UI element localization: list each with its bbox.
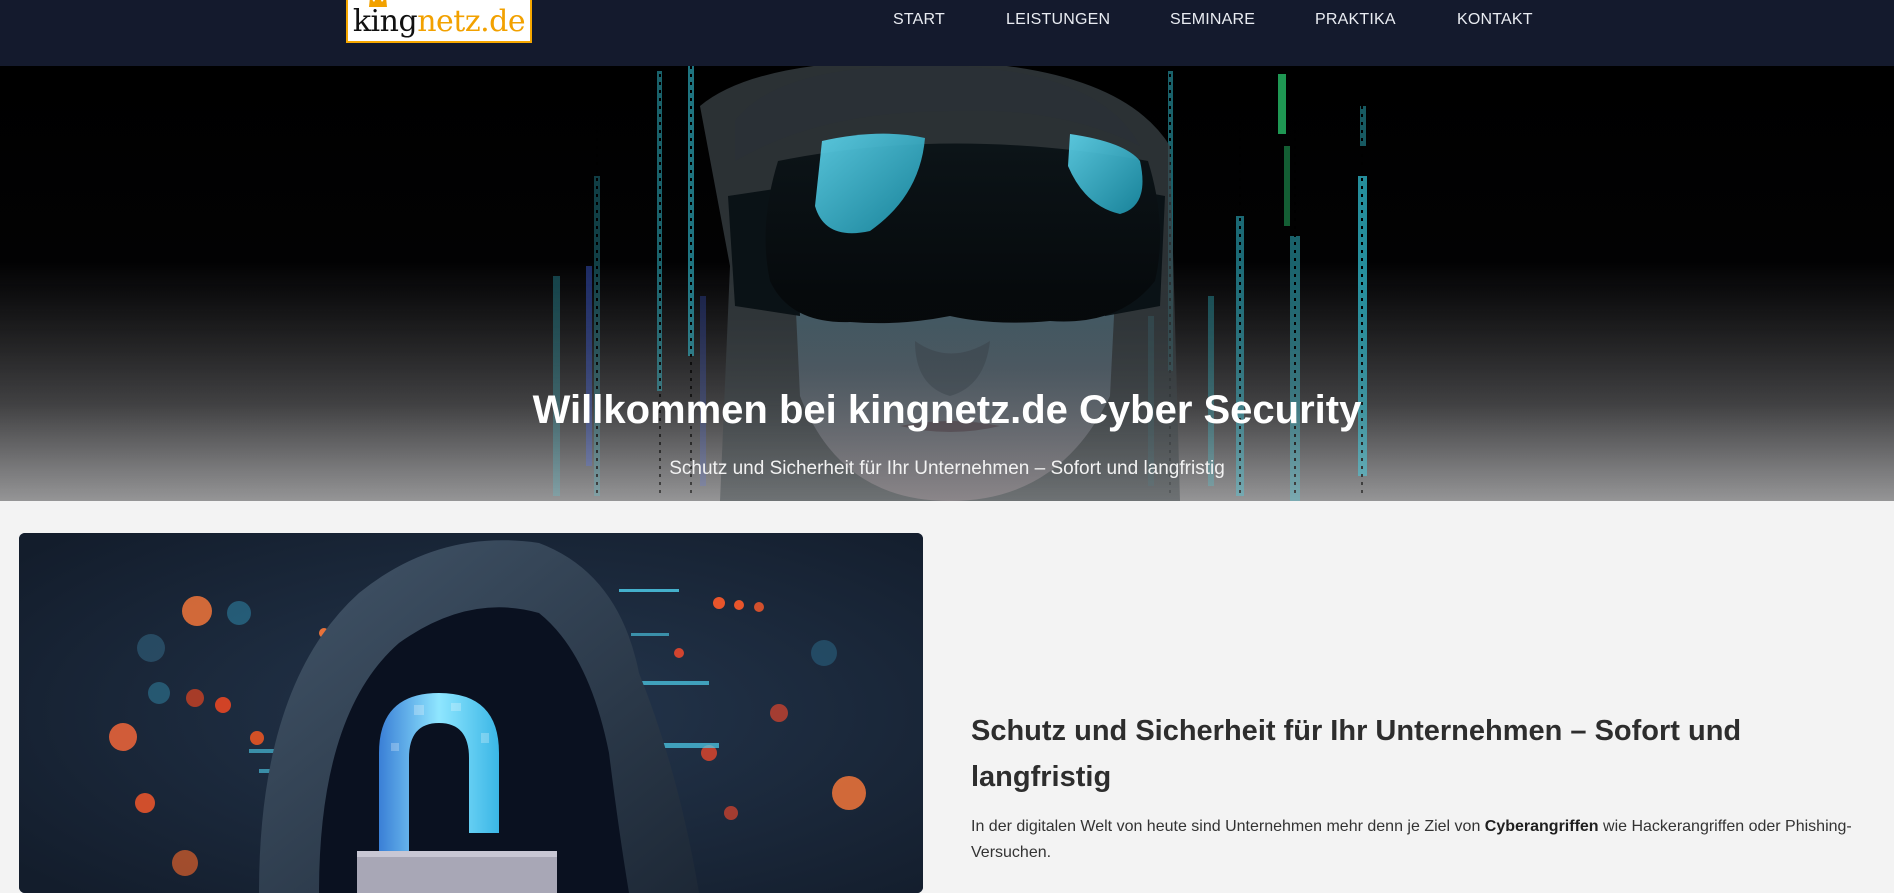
intro-section: Schutz und Sicherheit für Ihr Unternehme… (971, 708, 1871, 866)
intro-text-start: In der digitalen Welt von heute sind Unt… (971, 818, 1485, 835)
hero-title: Willkommen bei kingnetz.de Cyber Securit… (532, 388, 1362, 432)
section-heading: Schutz und Sicherheit für Ihr Unternehme… (971, 715, 1742, 793)
logo-wordmark: kingnetz.de (352, 4, 526, 39)
hero-subtitle: Schutz und Sicherheit für Ihr Unternehme… (669, 458, 1225, 479)
nav-link-start[interactable]: START (893, 11, 945, 29)
site-header: kingnetz.de START LEISTUNGEN SEMINARE PR… (0, 0, 1894, 66)
padlock-hooded-figure-image (19, 533, 923, 893)
nav-link-praktika[interactable]: PRAKTIKA (1315, 11, 1396, 29)
nav-link-seminare[interactable]: SEMINARE (1170, 11, 1255, 29)
nav-link-kontakt[interactable]: KONTAKT (1457, 11, 1533, 29)
nav-link-leistungen[interactable]: LEISTUNGEN (1006, 11, 1110, 29)
logo-text-king: king (352, 4, 418, 39)
hero-banner: Willkommen bei kingnetz.de Cyber Securit… (0, 66, 1894, 501)
intro-text-bold: Cyberangriffen (1484, 818, 1599, 835)
crown-icon (369, 0, 387, 7)
site-logo[interactable]: kingnetz.de (346, 0, 532, 43)
hero-vr-person-image (0, 66, 1894, 501)
logo-text-netz: netz.de (417, 4, 526, 39)
intro-paragraph: In der digitalen Welt von heute sind Unt… (971, 814, 1871, 866)
